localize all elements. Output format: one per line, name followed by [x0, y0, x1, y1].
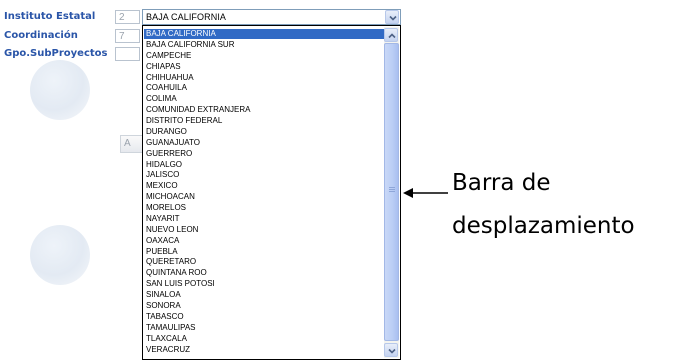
dropdown-option[interactable]: GUERRERO [144, 149, 385, 159]
dropdown-option[interactable]: SINALOA [144, 290, 385, 300]
background-circle-top [30, 60, 90, 120]
hidden-action-button[interactable]: A [120, 135, 142, 153]
instituto-code-field[interactable]: 2 [115, 10, 140, 24]
dropdown-option[interactable]: BAJA CALIFORNIA SUR [144, 40, 385, 50]
dropdown-option[interactable]: COMUNIDAD EXTRANJERA [144, 105, 385, 115]
chevron-down-icon [389, 15, 397, 21]
background-circle-bottom [30, 225, 90, 285]
dropdown-option[interactable]: GUANAJUATO [144, 138, 385, 148]
chevron-up-icon [388, 33, 396, 39]
annotation-line-1: Barra de [452, 170, 551, 196]
scroll-up-button[interactable] [384, 28, 398, 42]
instituto-estatal-select[interactable]: BAJA CALIFORNIA [142, 9, 401, 25]
thumb-grip [389, 187, 395, 188]
dropdown-option[interactable]: NUEVO LEON [144, 225, 385, 235]
dropdown-option[interactable]: COAHUILA [144, 83, 385, 93]
dropdown-option[interactable]: TLAXCALA [144, 334, 385, 344]
dropdown-option[interactable]: CHIAPAS [144, 62, 385, 72]
dropdown-option[interactable]: CHIHUAHUA [144, 73, 385, 83]
select-dropdown-button[interactable] [385, 10, 399, 24]
select-current-value: BAJA CALIFORNIA [146, 12, 227, 22]
label-coordinacion: Coordinación [4, 30, 78, 41]
dropdown-option[interactable]: BAJA CALIFORNIA [144, 29, 385, 39]
thumb-grip [389, 191, 395, 192]
state-dropdown-list[interactable]: BAJA CALIFORNIA BAJA CALIFORNIA SUR CAMPEC… [142, 25, 401, 360]
dropdown-option[interactable]: PUEBLA [144, 247, 385, 257]
dropdown-option[interactable]: HIDALGO [144, 160, 385, 170]
coordinacion-code-field[interactable]: 7 [115, 29, 140, 43]
dropdown-option[interactable]: QUERETARO [144, 257, 385, 267]
gpo-subproyectos-code-field[interactable] [115, 47, 140, 61]
dropdown-option[interactable]: MICHOACAN [144, 192, 385, 202]
dropdown-option[interactable]: TAMAULIPAS [144, 323, 385, 333]
dropdown-option[interactable]: DISTRITO FEDERAL [144, 116, 385, 126]
chevron-down-icon [388, 348, 396, 354]
dropdown-option[interactable]: CAMPECHE [144, 51, 385, 61]
dropdown-option[interactable]: QUINTANA ROO [144, 268, 385, 278]
label-instituto-estatal: Instituto Estatal [4, 11, 96, 22]
scroll-thumb[interactable] [384, 43, 399, 341]
arrow-left-icon [403, 188, 448, 198]
dropdown-option[interactable]: VERACRUZ [144, 345, 385, 355]
dropdown-option[interactable]: SAN LUIS POTOSI [144, 279, 385, 289]
dropdown-option[interactable]: TABASCO [144, 312, 385, 322]
scrollbar[interactable] [384, 27, 399, 358]
dropdown-option[interactable]: DURANGO [144, 127, 385, 137]
dropdown-option[interactable]: JALISCO [144, 170, 385, 180]
thumb-grip [389, 189, 395, 190]
dropdown-option[interactable]: SONORA [144, 301, 385, 311]
dropdown-option[interactable]: MORELOS [144, 203, 385, 213]
scroll-down-button[interactable] [384, 343, 398, 357]
dropdown-option[interactable]: COLIMA [144, 94, 385, 104]
annotation-line-2: desplazamiento [452, 213, 635, 239]
dropdown-option[interactable]: MEXICO [144, 181, 385, 191]
dropdown-option[interactable]: OAXACA [144, 236, 385, 246]
label-gpo-subproyectos: Gpo.SubProyectos [4, 48, 108, 59]
dropdown-option[interactable]: NAYARIT [144, 214, 385, 224]
